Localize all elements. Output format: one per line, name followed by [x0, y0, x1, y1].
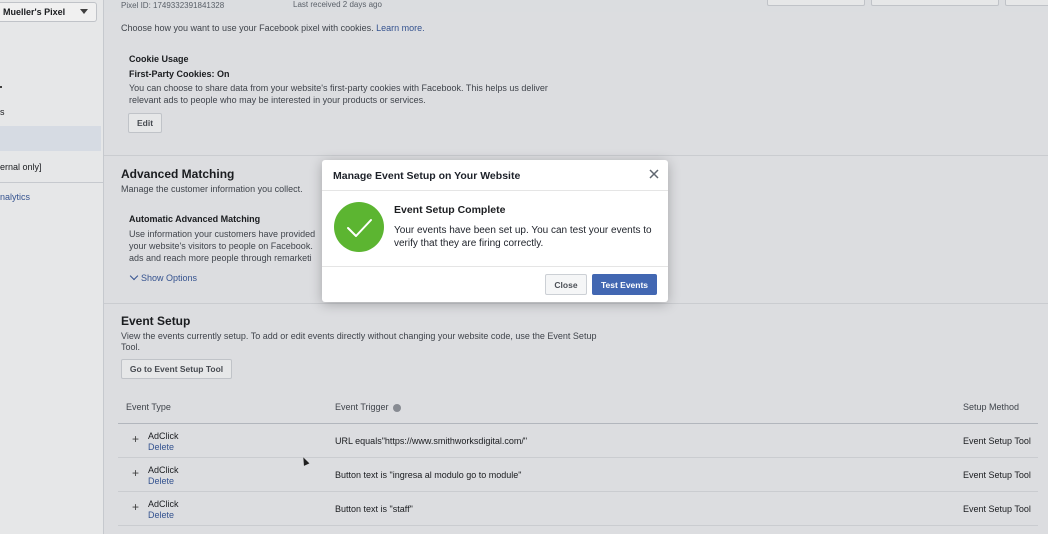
close-icon[interactable]: [648, 168, 660, 180]
success-message: Your events have been set up. You can te…: [394, 225, 652, 249]
success-check-icon: [334, 202, 384, 252]
modal-footer-divider: [322, 266, 668, 267]
event-setup-modal: Manage Event Setup on Your Website Event…: [322, 160, 668, 302]
modal-header: Manage Event Setup on Your Website: [322, 160, 668, 191]
modal-title: Manage Event Setup on Your Website: [333, 170, 521, 182]
success-title: Event Setup Complete: [394, 204, 506, 216]
test-events-button[interactable]: Test Events: [592, 274, 657, 295]
close-button[interactable]: Close: [545, 274, 587, 295]
